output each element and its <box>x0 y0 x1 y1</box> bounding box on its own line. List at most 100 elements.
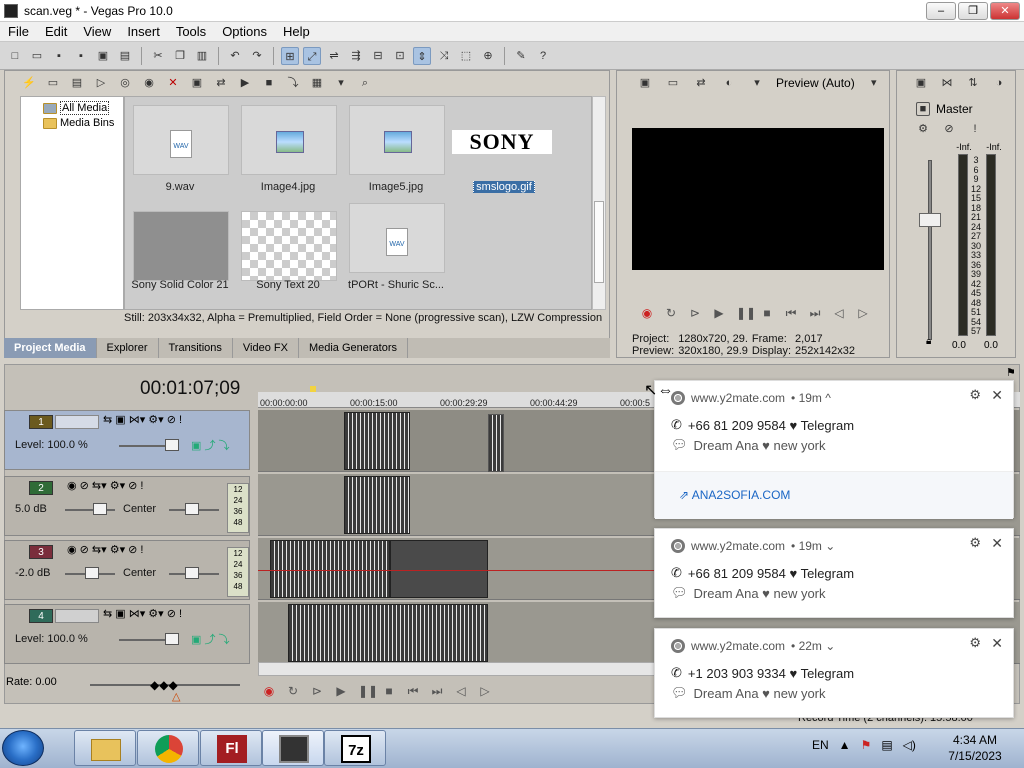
previous-frame-icon[interactable]: ◁ <box>832 306 846 320</box>
media-tile[interactable]: WAV <box>133 105 229 175</box>
close-button[interactable]: ✕ <box>990 2 1020 20</box>
split-dropdown-icon[interactable]: ▾ <box>748 74 766 92</box>
video-clip[interactable] <box>344 412 410 470</box>
volume-icon[interactable]: ◁) <box>903 738 916 752</box>
render-icon[interactable]: ▣ <box>94 47 112 65</box>
previous-frame-icon[interactable]: ◁ <box>454 684 468 698</box>
get-photo-icon[interactable]: ▷ <box>92 74 110 92</box>
envelope-tool-icon[interactable]: ⤢ <box>303 46 321 65</box>
cut-icon[interactable]: ✂ <box>149 47 167 65</box>
paste-icon[interactable]: ▥ <box>193 47 211 65</box>
taskbar-flash[interactable]: Fl <box>200 730 262 766</box>
track-header-audio-2[interactable]: 2 ◉ ⊘ ⇆▾ ⚙▾ ⊘ ! 5.0 dB Center 12 24 36 4… <box>4 476 250 536</box>
media-tile[interactable] <box>241 105 337 175</box>
pan-knob[interactable] <box>185 567 199 579</box>
open-icon[interactable]: ▭ <box>28 47 46 65</box>
redo-icon[interactable]: ↷ <box>248 47 266 65</box>
image-clip[interactable] <box>488 414 504 472</box>
go-to-end-icon[interactable]: ⏭ <box>430 684 444 698</box>
quality-dropdown-icon[interactable]: ▾ <box>865 74 883 92</box>
mono-icon[interactable]: ◑ <box>990 74 1008 92</box>
menu-insert[interactable]: Insert <box>119 24 168 39</box>
new-project-icon[interactable]: □ <box>6 47 24 65</box>
track-fx-icons[interactable]: ⇆ ▣ ⋈▾ ⚙▾ ⊘ ! <box>103 607 182 620</box>
media-tile[interactable] <box>241 211 337 281</box>
timeline-flag-icon[interactable]: ⚑ <box>1006 366 1016 379</box>
tab-video-fx[interactable]: Video FX <box>233 338 299 358</box>
auto-preview-icon[interactable]: ⤵ <box>284 74 302 92</box>
menu-help[interactable]: Help <box>275 24 318 39</box>
enable-snapping-icon[interactable]: ⇕ <box>413 46 431 65</box>
preview-properties-icon[interactable]: ▣ <box>636 74 654 92</box>
copy-icon[interactable]: ❐ <box>171 47 189 65</box>
next-frame-icon[interactable]: ▷ <box>856 306 870 320</box>
brush-icon[interactable]: ✎ <box>512 47 530 65</box>
play-from-start-icon[interactable]: ⊳ <box>688 306 702 320</box>
composite-icons[interactable]: ▣ ⤴ ⤵ <box>191 437 230 453</box>
media-scrollbar[interactable] <box>592 96 606 310</box>
media-tile[interactable]: WAV <box>349 203 445 273</box>
pause-icon[interactable]: ❚❚ <box>736 306 756 320</box>
get-media-icon[interactable]: ▤ <box>68 74 86 92</box>
media-tile[interactable] <box>349 105 445 175</box>
notification-action-link[interactable]: ⇗ ANA2SOFIA.COM <box>655 471 1013 519</box>
minimize-button[interactable]: – <box>926 2 956 20</box>
track-header-video-4[interactable]: 4 ⇆ ▣ ⋈▾ ⚙▾ ⊘ ! Level: 100.0 % ▣ ⤴ ⤵ <box>4 604 250 664</box>
split-screen-icon[interactable]: ◐ <box>720 74 738 92</box>
undo-icon[interactable]: ↶ <box>226 47 244 65</box>
downmix-icon[interactable]: ⋈ <box>938 74 956 92</box>
timeline-marker[interactable] <box>310 386 316 392</box>
audio-clip[interactable] <box>270 540 390 598</box>
show-hidden-icons-icon[interactable]: ▲ <box>839 738 851 752</box>
settings-icon[interactable]: ⚙ <box>969 635 981 651</box>
go-to-start-icon[interactable]: ⏮ <box>406 684 420 698</box>
menu-tools[interactable]: Tools <box>168 24 214 39</box>
track-fx-icons[interactable]: ◉ ⊘ ⇆▾ ⚙▾ ⊘ ! <box>67 543 144 556</box>
preview-quality-select[interactable]: Preview (Auto) <box>776 76 855 90</box>
stop-icon[interactable]: ■ <box>260 74 278 92</box>
record-icon[interactable]: ◉ <box>262 684 276 698</box>
volume-envelope[interactable] <box>258 570 658 571</box>
tab-project-media[interactable]: Project Media <box>4 338 97 358</box>
system-clock[interactable]: 4:34 AM 7/15/2023 <box>944 732 1006 764</box>
ripple-icon[interactable]: ⇶ <box>347 47 365 65</box>
video-clip[interactable] <box>288 604 488 662</box>
track-slider-knob[interactable] <box>165 633 179 645</box>
menu-edit[interactable]: Edit <box>37 24 75 39</box>
go-to-start-icon[interactable]: ⏮ <box>784 306 798 320</box>
settings-icon[interactable]: ⚙ <box>969 535 981 551</box>
media-tile[interactable]: SONY <box>449 105 552 175</box>
media-tile[interactable] <box>133 211 229 281</box>
pan-knob[interactable] <box>185 503 199 515</box>
audio-clip[interactable] <box>390 540 488 598</box>
track-slider-knob[interactable] <box>165 439 179 451</box>
network-icon[interactable]: ▤ <box>881 738 892 752</box>
web-icon[interactable]: ◎ <box>116 74 134 92</box>
media-properties-icon[interactable]: ▣ <box>188 74 206 92</box>
menu-options[interactable]: Options <box>214 24 275 39</box>
timeline-scrollbar[interactable] <box>258 662 658 676</box>
snapping-icon[interactable]: ⊡ <box>391 47 409 65</box>
play-icon[interactable]: ▶ <box>236 74 254 92</box>
selection-tool-icon[interactable]: ⬚ <box>457 47 475 65</box>
record-icon[interactable]: ◉ <box>640 306 654 320</box>
save-as-icon[interactable]: ▪ <box>72 47 90 65</box>
taskbar-chrome[interactable] <box>137 730 199 766</box>
maximize-button[interactable]: ❐ <box>958 2 988 20</box>
external-monitor-icon[interactable]: ▭ <box>664 74 682 92</box>
close-icon[interactable]: ✕ <box>991 387 1003 404</box>
lock-envelopes-icon[interactable]: ⊟ <box>369 47 387 65</box>
notification-card[interactable]: www.y2mate.com • 19m ^ ⚙ ✕ ✆ +66 81 209 … <box>654 380 1014 519</box>
master-fader-knob[interactable] <box>919 213 941 227</box>
audio-clip[interactable] <box>344 476 410 534</box>
lock-icon[interactable]: 🔒︎ <box>926 336 931 347</box>
dim-output-icon[interactable]: ⇅ <box>964 74 982 92</box>
search-icon[interactable]: ⌕ <box>356 74 374 92</box>
pause-icon[interactable]: ❚❚ <box>358 684 378 698</box>
notification-card[interactable]: www.y2mate.com • 19m ⌄ ⚙ ✕ ✆ +66 81 209 … <box>654 528 1014 618</box>
import-media-icon[interactable]: ⚡ <box>20 74 38 92</box>
language-indicator[interactable]: EN <box>812 738 829 752</box>
stop-icon[interactable]: ■ <box>382 684 396 698</box>
composite-icons[interactable]: ▣ ⤴ ⤵ <box>191 631 230 647</box>
scrollbar-thumb[interactable] <box>594 201 604 283</box>
